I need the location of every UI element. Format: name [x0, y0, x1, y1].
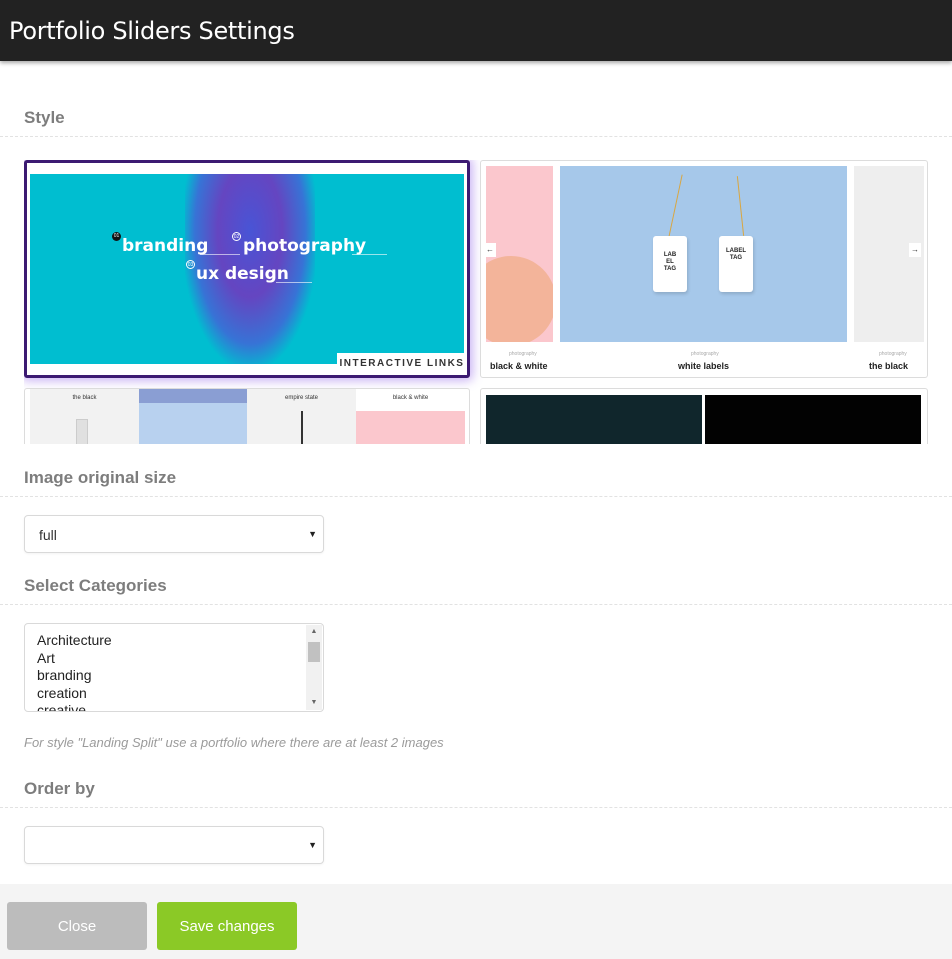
caption: white labels	[678, 361, 730, 371]
grid-column: black & white	[356, 389, 465, 444]
categories-listbox[interactable]: Architecture Art branding creation creat…	[24, 623, 324, 712]
select-value: full	[39, 527, 57, 543]
slide-image-labels: LAB EL TAG LABEL TAG	[560, 166, 847, 342]
caption: the black	[869, 361, 909, 371]
number-marker: 01	[112, 232, 121, 241]
grid-header	[139, 389, 247, 403]
grid-caption: black & white	[356, 389, 465, 411]
caption-sub: photography	[879, 351, 907, 357]
grid-caption: the black	[72, 395, 97, 401]
divider	[0, 136, 952, 137]
tag-text: LABEL TAG	[726, 248, 746, 261]
category-option[interactable]: Architecture	[37, 632, 112, 650]
number-marker: 02	[232, 232, 241, 241]
order-by-select[interactable]: ▼	[24, 826, 324, 864]
category-option[interactable]: Art	[37, 650, 112, 668]
arm-shape	[486, 256, 553, 342]
thumb-image: 01 branding 02 photography 03 ux design	[30, 174, 464, 364]
tag-string	[736, 176, 745, 236]
number-marker: 03	[186, 260, 195, 269]
grid-column: the black	[30, 389, 139, 444]
title-bar: Portfolio Sliders Settings	[0, 0, 952, 61]
tag-string	[668, 174, 683, 238]
line	[200, 254, 240, 255]
image-size-select[interactable]: full ▼	[24, 515, 324, 553]
scroll-thumb[interactable]	[308, 642, 320, 662]
grid-column: empire state	[247, 389, 356, 444]
slide-image-pink	[486, 166, 553, 342]
categories-heading: Select Categories	[24, 576, 167, 595]
save-changes-button[interactable]: Save changes	[157, 902, 297, 950]
style-thumbnails: 01 branding 02 photography 03 ux design …	[24, 160, 928, 444]
chevron-down-icon: ▼	[308, 840, 317, 850]
style-thumb-interactive-links[interactable]: 01 branding 02 photography 03 ux design …	[24, 160, 470, 378]
thumb-word-ux-design: ux design	[196, 264, 289, 284]
caption-sub: photography	[691, 351, 719, 357]
split-image-black	[705, 395, 921, 444]
category-option[interactable]: creative	[37, 702, 112, 711]
thumb-word-branding: branding	[122, 236, 209, 256]
tower-image	[301, 411, 303, 444]
style-thumb-grid[interactable]: the black empire state black & white	[24, 388, 470, 444]
scroll-up-icon[interactable]: ▲	[306, 625, 322, 639]
grid-caption: empire state	[284, 395, 318, 401]
grid-column	[139, 389, 247, 444]
line	[276, 282, 312, 283]
listbox-scrollbar[interactable]: ▲ ▼	[306, 625, 322, 710]
caption-sub: photography	[509, 351, 537, 357]
style-thumb-carousel[interactable]: LAB EL TAG LABEL TAG ← → photography bla…	[480, 160, 928, 378]
label-tag-image: LABEL TAG	[719, 236, 753, 292]
close-button[interactable]: Close	[7, 902, 147, 950]
window-title: Portfolio Sliders Settings	[9, 17, 295, 45]
thumb-word-photography: photography	[243, 236, 367, 256]
style-thumb-split[interactable]	[480, 388, 928, 444]
category-option[interactable]: branding	[37, 667, 112, 685]
image-size-heading: Image original size	[24, 468, 177, 487]
tag-text: LAB EL TAG	[663, 252, 677, 272]
scroll-down-icon[interactable]: ▼	[306, 696, 322, 710]
categories-options: Architecture Art branding creation creat…	[37, 632, 112, 711]
arrow-left-icon: ←	[484, 243, 496, 257]
divider	[0, 496, 952, 497]
line	[352, 254, 387, 255]
label-tag-image: LAB EL TAG	[653, 236, 687, 292]
split-image-dark-teal	[486, 395, 702, 444]
style-heading: Style	[24, 108, 65, 127]
arrow-right-icon: →	[909, 243, 921, 257]
categories-hint: For style "Landing Split" use a portfoli…	[24, 735, 444, 750]
thumb-badge: INTERACTIVE LINKS	[337, 353, 467, 375]
footer-bar: Close Save changes	[0, 884, 952, 959]
divider	[0, 807, 952, 808]
caption: black & white	[490, 361, 548, 371]
category-option[interactable]: creation	[37, 685, 112, 703]
divider	[0, 604, 952, 605]
chevron-down-icon: ▼	[308, 529, 317, 539]
order-by-heading: Order by	[24, 779, 95, 798]
bottle-image	[76, 419, 88, 444]
